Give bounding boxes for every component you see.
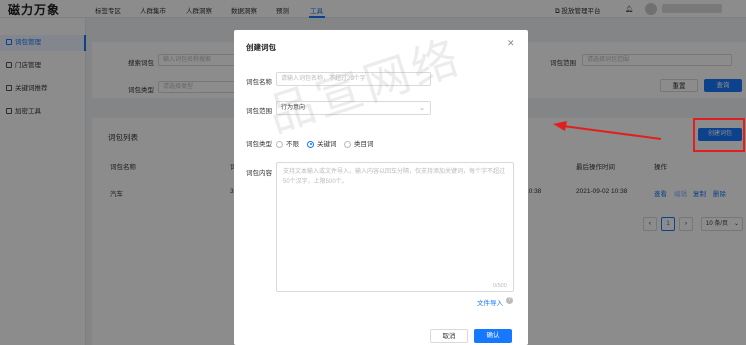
annotation-arrow [553, 121, 662, 140]
radio-category[interactable]: 类目词 [344, 138, 374, 148]
radio-checked-icon [307, 140, 314, 148]
package-scope-select-modal[interactable]: 行为意向 ⌄ [276, 101, 431, 115]
radio-unlimited[interactable]: 不限 [276, 138, 299, 148]
radio-keyword[interactable]: 关键词 [307, 138, 337, 148]
annotation-highlight-box [693, 118, 745, 152]
package-name-label: 词包名称 [246, 79, 272, 86]
close-icon[interactable]: ✕ [507, 38, 515, 49]
package-content-textarea[interactable]: 支持文本输入或文件导入，输入内容以回车分隔，仅支持添加关键词，每个字不超过50个… [276, 162, 514, 292]
cancel-button[interactable]: 取消 [430, 329, 468, 343]
create-package-modal: 创建词包 ✕ 词包名称 请输入词包名称，不超过20个字 词包范围 行为意向 ⌄ … [234, 29, 528, 345]
char-counter: 0/500 [493, 283, 507, 289]
radio-circle-icon [276, 140, 283, 148]
radio-circle-icon [344, 140, 351, 148]
file-import-link[interactable]: 文件导入 [477, 297, 503, 307]
help-icon[interactable]: ? [506, 297, 513, 304]
package-content-label: 词包内容 [246, 170, 272, 177]
package-scope-label-modal: 词包范围 [246, 108, 272, 115]
package-name-input[interactable]: 请输入词包名称，不超过20个字 [276, 72, 431, 86]
package-type-label-modal: 词包类型 [246, 141, 272, 148]
modal-title: 创建词包 [246, 43, 276, 52]
chevron-down-icon: ⌄ [419, 105, 425, 112]
confirm-button[interactable]: 确认 [474, 329, 512, 343]
